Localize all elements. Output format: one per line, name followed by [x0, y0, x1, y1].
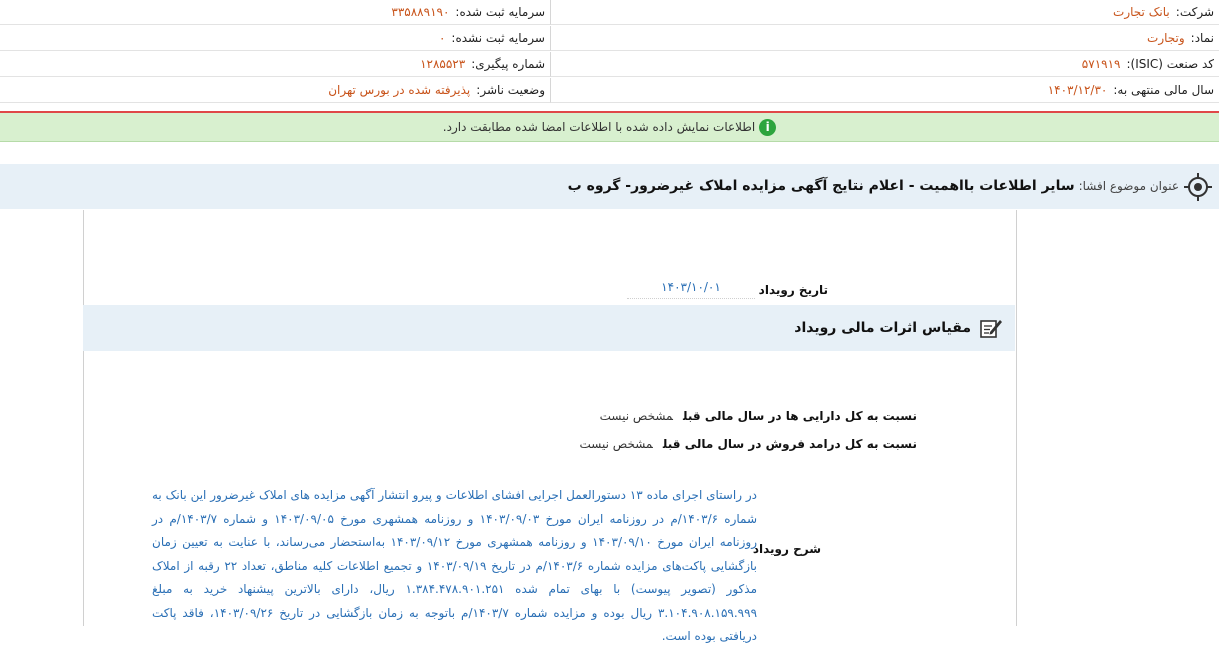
subject-bar: عنوان موضوع افشا:سایر اطلاعات بااهمیت - …: [0, 164, 1219, 209]
info-icon: i: [759, 119, 777, 136]
tracking-label: شماره پیگیری:: [471, 57, 545, 71]
tracking-value: ۱۲۸۵۵۲۳: [420, 57, 466, 71]
isic-value: ۵۷۱۹۱۹: [1081, 57, 1121, 71]
unregistered-capital-cell: سرمایه ثبت نشده: ۰: [0, 26, 551, 51]
symbol-cell: نماد: وتجارت: [551, 26, 1219, 51]
ratio-row-assets: نسبت به کل دارایی ها در سال مالی قبل مشخص…: [600, 405, 917, 427]
event-date-value: ۱۴۰۳/۱۰/۰۱: [627, 276, 755, 299]
subject-text: عنوان موضوع افشا:سایر اطلاعات بااهمیت - …: [568, 164, 1179, 209]
fiscal-year-cell: سال مالی منتهی به: ۱۴۰۳/۱۲/۳۰: [551, 78, 1219, 103]
ratio-value: مشخص نیست: [579, 437, 653, 451]
subject-label: عنوان موضوع افشا:: [1078, 179, 1179, 193]
registered-capital-label: سرمایه ثبت شده:: [455, 5, 545, 19]
symbol-value[interactable]: وتجارت: [1147, 31, 1185, 45]
edit-note-icon: [980, 320, 1002, 338]
financial-effects-header: مقیاس اثرات مالی رویداد: [83, 305, 1015, 351]
target-icon: [1184, 173, 1212, 201]
verification-alert: iاطلاعات نمایش داده شده با اطلاعات امضا …: [0, 113, 1219, 142]
description-label: شرح رویداد: [752, 542, 821, 556]
tracking-cell: شماره پیگیری: ۱۲۸۵۵۲۳: [0, 52, 551, 77]
company-label: شرکت:: [1175, 5, 1214, 19]
event-date-row: تاریخ رویداد: [759, 278, 828, 302]
publisher-status-label: وضعیت ناشر:: [476, 83, 545, 97]
fiscal-year-label: سال مالی منتهی به:: [1113, 83, 1214, 97]
ratio-label: نسبت به کل درامد فروش در سال مالی قبل: [662, 437, 917, 451]
financial-effects-title: مقیاس اثرات مالی رویداد: [794, 320, 971, 336]
publisher-status-cell: وضعیت ناشر: پذیرفته شده در بورس تهران: [0, 78, 551, 103]
company-value[interactable]: بانک تجارت: [1113, 5, 1170, 19]
ratio-value: مشخص نیست: [599, 409, 673, 423]
company-cell: شرکت: بانک تجارت: [551, 0, 1219, 25]
event-date-label: تاریخ رویداد: [758, 283, 828, 297]
description-text: در راستای اجرای ماده ۱۳ دستورالعمل اجرای…: [152, 488, 758, 643]
isic-cell: کد صنعت (ISIC): ۵۷۱۹۱۹: [551, 52, 1219, 77]
publisher-status-value: پذیرفته شده در بورس تهران: [328, 83, 471, 97]
subject-title: سایر اطلاعات بااهمیت - اعلام نتایج آگهی …: [567, 178, 1075, 194]
ratio-label: نسبت به کل دارایی ها در سال مالی قبل: [683, 409, 917, 423]
registered-capital-value: ۳۳۵۸۸۹۱۹۰: [391, 5, 450, 19]
company-info-table: شرکت: بانک تجارت سرمایه ثبت شده: ۳۳۵۸۸۹۱۹۰…: [0, 0, 1219, 104]
registered-capital-cell: سرمایه ثبت شده: ۳۳۵۸۸۹۱۹۰: [0, 0, 551, 25]
fiscal-year-value: ۱۴۰۳/۱۲/۳۰: [1047, 83, 1108, 97]
isic-label: کد صنعت (ISIC):: [1126, 57, 1214, 71]
ratio-row-revenue: نسبت به کل درامد فروش در سال مالی قبل مشخ…: [580, 433, 917, 455]
unregistered-capital-value: ۰: [438, 31, 446, 45]
symbol-label: نماد:: [1190, 31, 1214, 45]
unregistered-capital-label: سرمایه ثبت نشده:: [451, 31, 545, 45]
alert-text: اطلاعات نمایش داده شده با اطلاعات امضا ش…: [442, 120, 756, 134]
